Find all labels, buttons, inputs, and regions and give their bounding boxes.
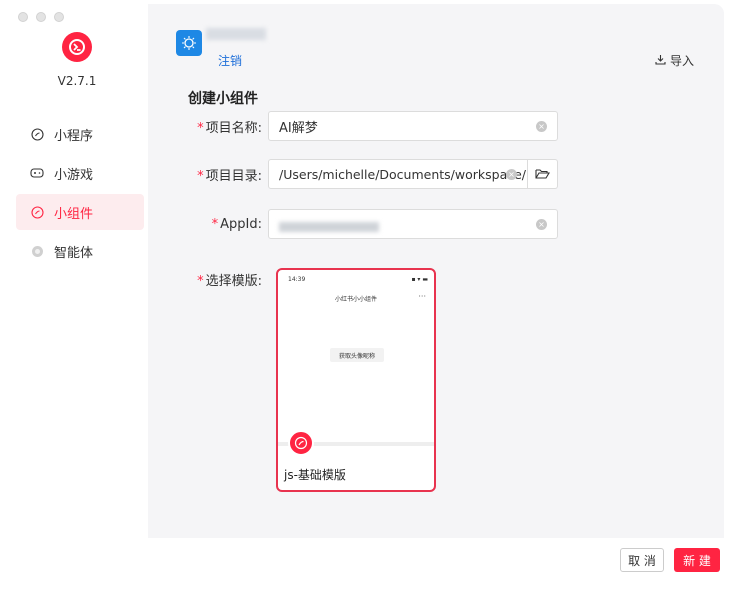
phone-status-bar: 14:39 ▪ ▾ ▬ xyxy=(288,276,428,283)
sidebar-item-agent[interactable]: 智能体 xyxy=(16,233,144,269)
logout-link[interactable]: 注销 xyxy=(218,52,242,69)
sidebar-item-label: 小游戏 xyxy=(54,167,94,183)
folder-open-icon xyxy=(535,165,550,184)
sidebar-item-label: 智能体 xyxy=(54,245,94,261)
import-button[interactable]: 导入 xyxy=(655,52,694,69)
phone-time: 14:39 xyxy=(288,276,306,283)
clear-icon[interactable]: × xyxy=(536,219,547,230)
sidebar-item-mini-program[interactable]: 小程序 xyxy=(16,116,144,152)
close-window-button[interactable] xyxy=(18,12,28,22)
minimize-window-button[interactable] xyxy=(36,12,46,22)
phone-title: 小红书小小组件 xyxy=(334,296,377,303)
project-name-input[interactable]: AI解梦 × xyxy=(268,111,558,141)
create-button[interactable]: 新 建 xyxy=(674,548,720,572)
clear-icon[interactable]: × xyxy=(536,121,547,132)
template-row: * 选择模版: xyxy=(148,268,268,289)
clear-icon[interactable]: × xyxy=(506,169,517,180)
sidebar-item-mini-game[interactable]: 小游戏 xyxy=(16,155,144,191)
import-icon xyxy=(655,54,666,68)
maximize-window-button[interactable] xyxy=(54,12,64,22)
app-window: V2.7.1 小程序 小游戏 小组件 智能体 注销 导入 创建小组件 * 项目名… xyxy=(6,4,724,580)
dir-label: * 项目目录: xyxy=(197,168,262,184)
phone-preview-button: 获取头像昵称 xyxy=(330,348,384,362)
main-panel: 注销 导入 创建小组件 * 项目名称: AI解梦 × * 项目目录: /Users/… xyxy=(148,4,724,538)
app-logo-icon xyxy=(62,32,92,62)
dir-row: * 项目目录: /Users/michelle/Documents/workspa… xyxy=(148,159,558,189)
agent-icon xyxy=(30,244,44,258)
sidebar-item-label: 小组件 xyxy=(54,206,94,222)
project-dir-value: /Users/michelle/Documents/workspace/ xyxy=(279,166,527,182)
window-controls xyxy=(18,12,64,22)
sidebar-item-label: 小程序 xyxy=(54,128,94,144)
more-icon: ··· xyxy=(418,292,426,301)
cancel-button[interactable]: 取 消 xyxy=(620,548,664,572)
template-logo-icon xyxy=(288,430,314,456)
template-name: js-基础模版 xyxy=(284,468,346,482)
link-circle-icon xyxy=(30,127,44,141)
footer: 取 消 新 建 xyxy=(148,538,724,580)
sidebar: V2.7.1 小程序 小游戏 小组件 智能体 xyxy=(6,4,148,580)
username-redacted xyxy=(206,28,266,40)
signal-battery-icon: ▪ ▾ ▬ xyxy=(411,276,428,283)
import-label: 导入 xyxy=(669,54,694,68)
appid-label: * AppId: xyxy=(211,216,262,232)
name-label: * 项目名称: xyxy=(197,120,262,136)
template-card[interactable]: 14:39 ▪ ▾ ▬ 小红书小小组件 ··· 获取头像昵称 js-基础模版 xyxy=(276,268,436,492)
appid-input[interactable]: × xyxy=(268,209,558,239)
appid-redacted xyxy=(279,222,379,232)
gamepad-icon xyxy=(30,166,44,180)
avatar xyxy=(176,30,202,56)
page-title: 创建小组件 xyxy=(188,91,258,107)
browse-folder-button[interactable] xyxy=(528,159,558,189)
project-dir-input[interactable]: /Users/michelle/Documents/workspace/ × xyxy=(268,159,528,189)
sidebar-nav: 小程序 小游戏 小组件 智能体 xyxy=(16,116,144,272)
name-row: * 项目名称: AI解梦 × xyxy=(148,111,558,141)
header: 注销 导入 xyxy=(148,4,724,80)
project-name-value: AI解梦 xyxy=(279,120,318,136)
app-version: V2.7.1 xyxy=(57,74,97,88)
sidebar-item-widget[interactable]: 小组件 xyxy=(16,194,144,230)
link-circle-icon xyxy=(30,205,44,219)
template-label: * 选择模版: xyxy=(197,274,262,289)
appid-row: * AppId: × xyxy=(148,209,558,239)
